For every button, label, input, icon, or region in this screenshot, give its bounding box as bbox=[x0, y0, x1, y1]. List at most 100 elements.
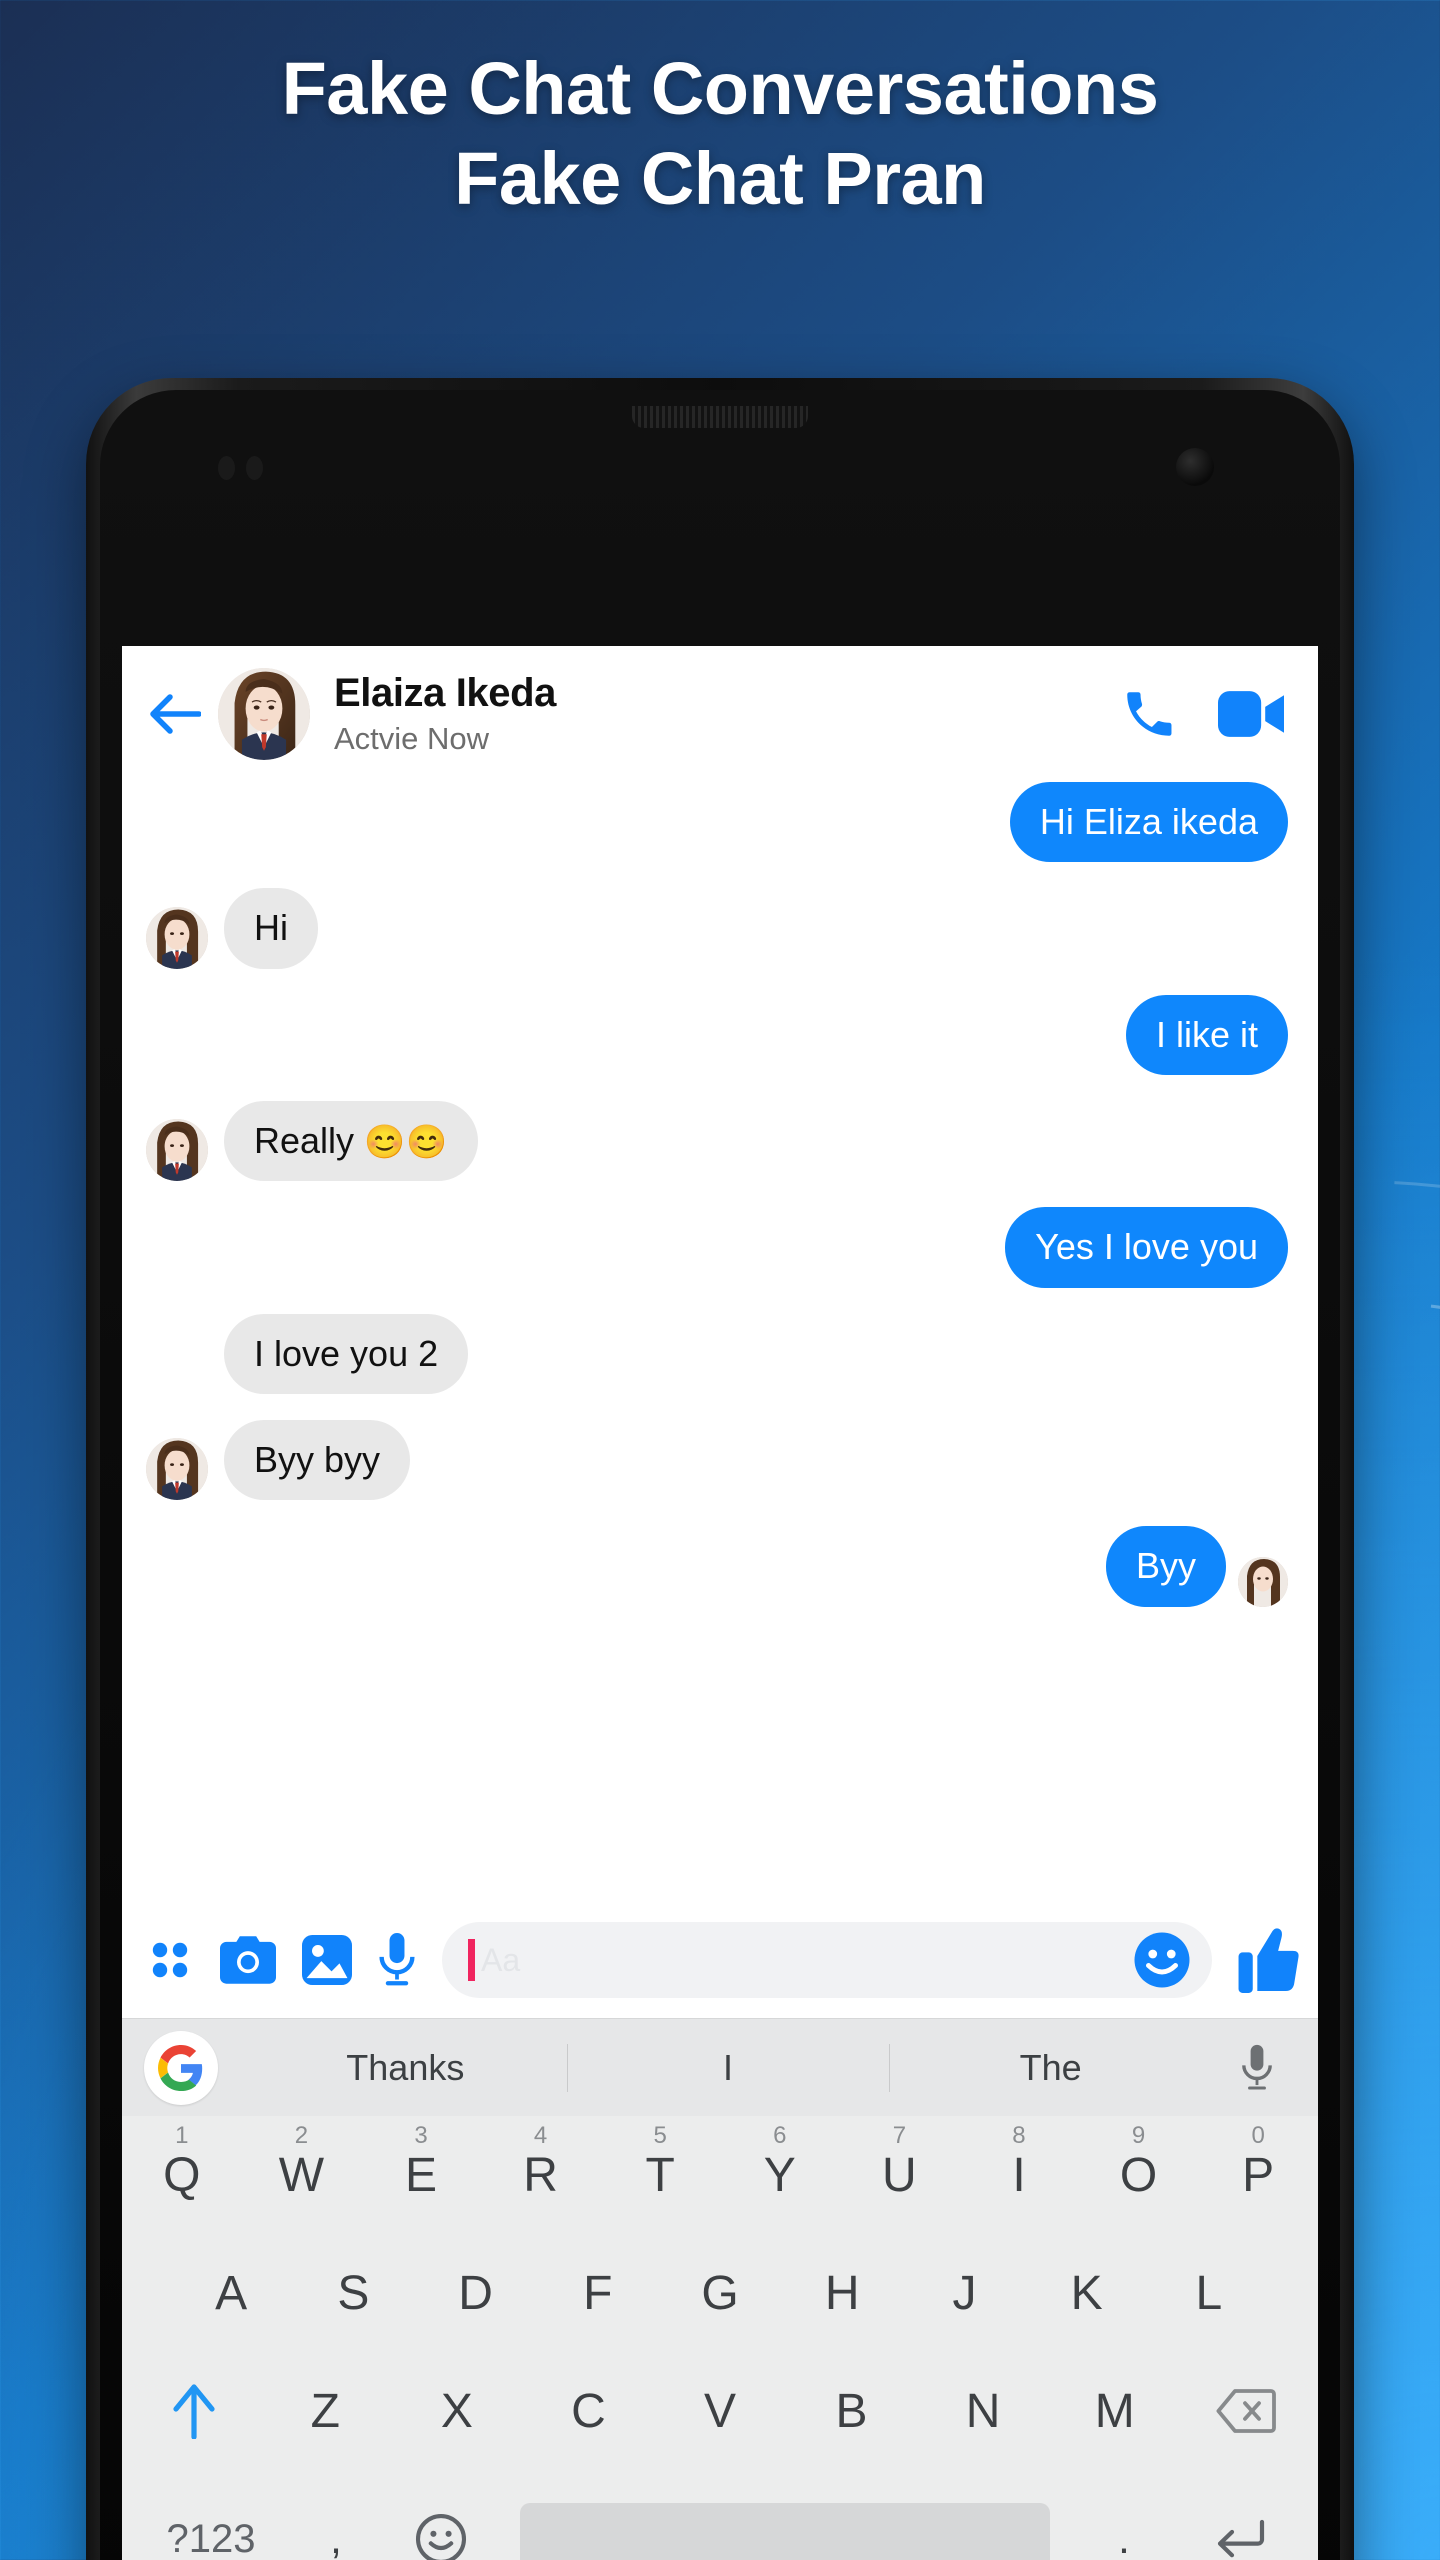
google-g-icon[interactable] bbox=[144, 2030, 218, 2105]
backspace-delete-icon[interactable] bbox=[1180, 2388, 1312, 2434]
promo-headline-line2: Fake Chat Pran bbox=[454, 137, 986, 221]
suggestion-item[interactable]: Thanks bbox=[244, 2047, 567, 2089]
key-label: Q bbox=[163, 2148, 201, 2202]
key-y[interactable]: 6Y bbox=[720, 2122, 840, 2203]
key-n[interactable]: N bbox=[917, 2384, 1049, 2439]
message-input-field[interactable]: Aa bbox=[442, 1922, 1212, 1998]
smiley-face-icon[interactable] bbox=[1132, 1930, 1192, 1990]
message-row: Hi Eliza ikeda bbox=[146, 782, 1288, 863]
key-s[interactable]: S bbox=[292, 2266, 414, 2321]
key-num: 8 bbox=[1012, 2121, 1026, 2149]
phone-call-icon[interactable] bbox=[1120, 685, 1178, 743]
key-label: W bbox=[278, 2148, 325, 2202]
key-j[interactable]: J bbox=[903, 2266, 1025, 2321]
key-g[interactable]: G bbox=[659, 2266, 781, 2321]
voice-input-icon[interactable] bbox=[1212, 2044, 1302, 2092]
symbols-key[interactable]: ?123 bbox=[136, 2517, 286, 2560]
earpiece-speaker-icon bbox=[632, 406, 808, 428]
suggestion-strip: Thanks I The bbox=[122, 2018, 1318, 2116]
key-o[interactable]: 9O bbox=[1079, 2122, 1199, 2203]
key-b[interactable]: B bbox=[786, 2384, 918, 2439]
key-label: O bbox=[1119, 2148, 1158, 2202]
message-row: Really 😊😊 bbox=[146, 1100, 1288, 1182]
key-label: E bbox=[405, 2148, 438, 2202]
four-dot-grid-icon[interactable] bbox=[146, 1936, 194, 1984]
key-k[interactable]: K bbox=[1026, 2266, 1148, 2321]
chat-header-actions bbox=[1120, 685, 1290, 743]
message-input-placeholder: Aa bbox=[481, 1941, 521, 1978]
thumbs-up-icon[interactable] bbox=[1238, 1927, 1300, 1993]
suggestion-item[interactable]: The bbox=[889, 2047, 1212, 2089]
key-l[interactable]: L bbox=[1148, 2266, 1270, 2321]
message-bubble-outgoing[interactable]: Byy bbox=[1105, 1526, 1226, 1607]
key-num: 7 bbox=[892, 2121, 907, 2149]
key-i[interactable]: 8I bbox=[959, 2122, 1079, 2203]
key-num: 2 bbox=[294, 2121, 309, 2149]
space-key[interactable] bbox=[520, 2503, 1050, 2560]
key-num: 5 bbox=[653, 2121, 667, 2149]
message-row: Byy byy bbox=[146, 1419, 1288, 1501]
comma-key[interactable]: , bbox=[286, 2515, 386, 2560]
sender-avatar[interactable] bbox=[146, 906, 208, 969]
message-bubble-incoming[interactable]: I love you 2 bbox=[224, 1313, 469, 1394]
message-bubble-outgoing[interactable]: Hi Eliza ikeda bbox=[1009, 782, 1288, 863]
key-z[interactable]: Z bbox=[260, 2384, 392, 2439]
key-a[interactable]: A bbox=[170, 2266, 292, 2321]
image-gallery-icon[interactable] bbox=[302, 1935, 352, 1985]
promo-headline-line1: Fake Chat Conversations bbox=[281, 47, 1159, 130]
contact-name: Elaiza Ikeda bbox=[334, 671, 556, 716]
key-label: Y bbox=[763, 2148, 796, 2202]
key-t[interactable]: 5T bbox=[600, 2122, 720, 2203]
smiling-face-emoji: 😊😊 bbox=[364, 1122, 449, 1160]
message-bubble-incoming[interactable]: Really 😊😊 bbox=[224, 1100, 479, 1182]
enter-return-icon[interactable] bbox=[1174, 2516, 1304, 2560]
message-bubble-outgoing[interactable]: I like it bbox=[1125, 994, 1288, 1075]
front-camera-icon bbox=[1176, 448, 1214, 486]
promo-headline: Fake Chat Conversations Fake Chat Pran bbox=[0, 44, 1440, 225]
chat-header-text: Elaiza Ikeda Actvie Now bbox=[334, 671, 1120, 756]
key-d[interactable]: D bbox=[414, 2266, 536, 2321]
key-label: U bbox=[882, 2148, 917, 2202]
message-input-bar: Aa bbox=[122, 1908, 1318, 2018]
message-bubble-outgoing[interactable]: Yes I love you bbox=[1005, 1207, 1288, 1288]
key-num: 4 bbox=[533, 2121, 548, 2149]
keyboard-row-2: A S D F G H J K L bbox=[122, 2234, 1318, 2352]
keyboard-row-1: 1Q 2W 3E 4R 5T 6Y 7U 8I 9O 0P bbox=[122, 2116, 1318, 2234]
key-f[interactable]: F bbox=[537, 2266, 659, 2321]
phone-bezel: Elaiza Ikeda Actvie Now Hi Eliza ikeda H… bbox=[100, 390, 1340, 2560]
shift-up-arrow-icon[interactable] bbox=[128, 2383, 260, 2439]
message-bubble-incoming[interactable]: Hi bbox=[224, 888, 318, 969]
seen-by-avatar bbox=[1238, 1556, 1288, 1607]
suggestion-item[interactable]: I bbox=[567, 2047, 890, 2089]
key-v[interactable]: V bbox=[654, 2384, 786, 2439]
microphone-icon[interactable] bbox=[378, 1933, 416, 1987]
key-num: 0 bbox=[1251, 2121, 1265, 2149]
back-arrow-icon[interactable] bbox=[146, 685, 204, 743]
contact-avatar[interactable] bbox=[218, 668, 310, 760]
video-camera-icon[interactable] bbox=[1218, 688, 1284, 740]
key-c[interactable]: C bbox=[523, 2384, 655, 2439]
key-x[interactable]: X bbox=[391, 2384, 523, 2439]
key-w[interactable]: 2W bbox=[242, 2122, 362, 2203]
key-p[interactable]: 0P bbox=[1198, 2122, 1318, 2203]
camera-icon[interactable] bbox=[220, 1935, 276, 1985]
key-u[interactable]: 7U bbox=[840, 2122, 960, 2203]
message-row: I love you 2 bbox=[146, 1313, 1288, 1394]
key-label: P bbox=[1242, 2148, 1275, 2202]
key-q[interactable]: 1Q bbox=[122, 2122, 242, 2203]
message-bubble-incoming[interactable]: Byy byy bbox=[224, 1419, 411, 1501]
key-num: 6 bbox=[773, 2121, 787, 2149]
period-key[interactable]: . bbox=[1074, 2515, 1174, 2560]
key-h[interactable]: H bbox=[781, 2266, 903, 2321]
message-row: Yes I love you bbox=[146, 1207, 1288, 1288]
sender-avatar[interactable] bbox=[146, 1438, 208, 1501]
message-list: Hi Eliza ikeda Hi I like it Really 😊😊 Ye… bbox=[122, 776, 1318, 1908]
emoji-smiley-key-icon[interactable] bbox=[386, 2513, 496, 2560]
key-num: 9 bbox=[1131, 2121, 1146, 2149]
key-m[interactable]: M bbox=[1049, 2384, 1181, 2439]
on-screen-keyboard: Thanks I The 1Q 2W 3E 4 R 5 T 6 Y 7 U 8 … bbox=[122, 2018, 1318, 2560]
sender-avatar[interactable] bbox=[146, 1119, 208, 1182]
light-sensor-icon bbox=[246, 456, 263, 480]
key-r[interactable]: 4R bbox=[481, 2122, 601, 2203]
key-e[interactable]: 3E bbox=[361, 2122, 481, 2203]
